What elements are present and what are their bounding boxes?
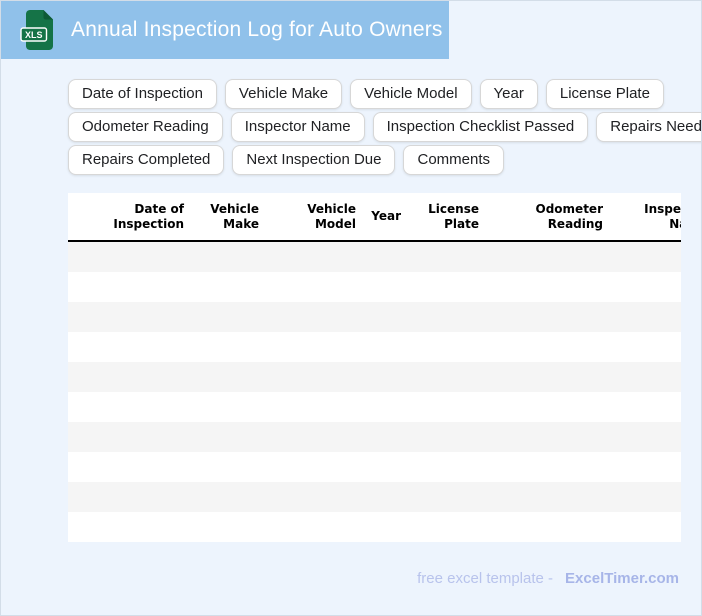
chip-year[interactable]: Year: [479, 79, 538, 109]
empty-row-cell: [68, 302, 681, 332]
page: XLS Annual Inspection Log for Auto Owner…: [0, 0, 702, 616]
column-header-vehicle-make: Vehicle Make: [194, 193, 269, 242]
column-header-vehicle-model: Vehicle Model: [269, 193, 366, 242]
table-row: [68, 332, 681, 362]
chip-repairs-needed[interactable]: Repairs Needed: [596, 112, 701, 142]
chip-next-inspection-due[interactable]: Next Inspection Due: [232, 145, 396, 175]
column-header-inspector-name: Inspector Name: [613, 193, 681, 242]
table-row: [68, 452, 681, 482]
column-header-license-plate: License Plate: [411, 193, 489, 242]
spreadsheet-preview: Date of Inspection Vehicle Make Vehicle Mo…: [68, 193, 681, 543]
table-row: [68, 272, 681, 302]
chip-license-plate[interactable]: License Plate: [545, 79, 664, 109]
empty-row-cell: [68, 392, 681, 422]
table-row: [68, 482, 681, 512]
empty-row-cell: [68, 482, 681, 512]
table-row: [68, 241, 681, 272]
empty-row-cell: [68, 241, 681, 272]
preview-table: Date of Inspection Vehicle Make Vehicle Mo…: [68, 193, 681, 542]
chip-row: Date of Inspection Vehicle Make Vehicle Mo…: [68, 79, 701, 109]
chip-row: Odometer Reading Inspector Name Inspection…: [68, 112, 701, 142]
footer: free excel template - ExcelTimer.com: [417, 570, 679, 587]
empty-row-cell: [68, 362, 681, 392]
chip-inspector-name[interactable]: Inspector Name: [230, 112, 365, 142]
chip-date-of-inspection[interactable]: Date of Inspection: [68, 79, 217, 109]
footer-text: free excel template -: [417, 570, 554, 587]
table-header-row: Date of Inspection Vehicle Make Vehicle Mo…: [68, 193, 681, 242]
chip-odometer-reading[interactable]: Odometer Reading: [68, 112, 223, 142]
table-row: [68, 362, 681, 392]
table-row: [68, 512, 681, 542]
chip-vehicle-model[interactable]: Vehicle Model: [350, 79, 472, 109]
empty-row-cell: [68, 452, 681, 482]
chip-comments[interactable]: Comments: [403, 145, 505, 175]
empty-row-cell: [68, 422, 681, 452]
chip-inspection-checklist-passed[interactable]: Inspection Checklist Passed: [372, 112, 589, 142]
column-header-date-of-inspection: Date of Inspection: [68, 193, 194, 242]
chip-repairs-completed[interactable]: Repairs Completed: [68, 145, 225, 175]
footer-brand-link[interactable]: ExcelTimer.com: [565, 570, 679, 587]
empty-row-cell: [68, 332, 681, 362]
page-title: Annual Inspection Log for Auto Owners: [71, 18, 443, 41]
table-row: [68, 302, 681, 332]
column-header-odometer-reading: Odometer Reading: [489, 193, 613, 242]
empty-row-cell: [68, 272, 681, 302]
table-row: [68, 392, 681, 422]
xls-icon-label: XLS: [25, 30, 43, 40]
column-header-year: Year: [366, 193, 411, 242]
title-bar: XLS Annual Inspection Log for Auto Owner…: [1, 1, 449, 59]
xls-file-icon: XLS: [20, 9, 58, 51]
chip-row: Repairs Completed Next Inspection Due Comm…: [68, 145, 701, 175]
empty-row-cell: [68, 512, 681, 542]
field-chips: Date of Inspection Vehicle Make Vehicle Mo…: [68, 79, 701, 178]
chip-vehicle-make[interactable]: Vehicle Make: [224, 79, 343, 109]
table-row: [68, 422, 681, 452]
